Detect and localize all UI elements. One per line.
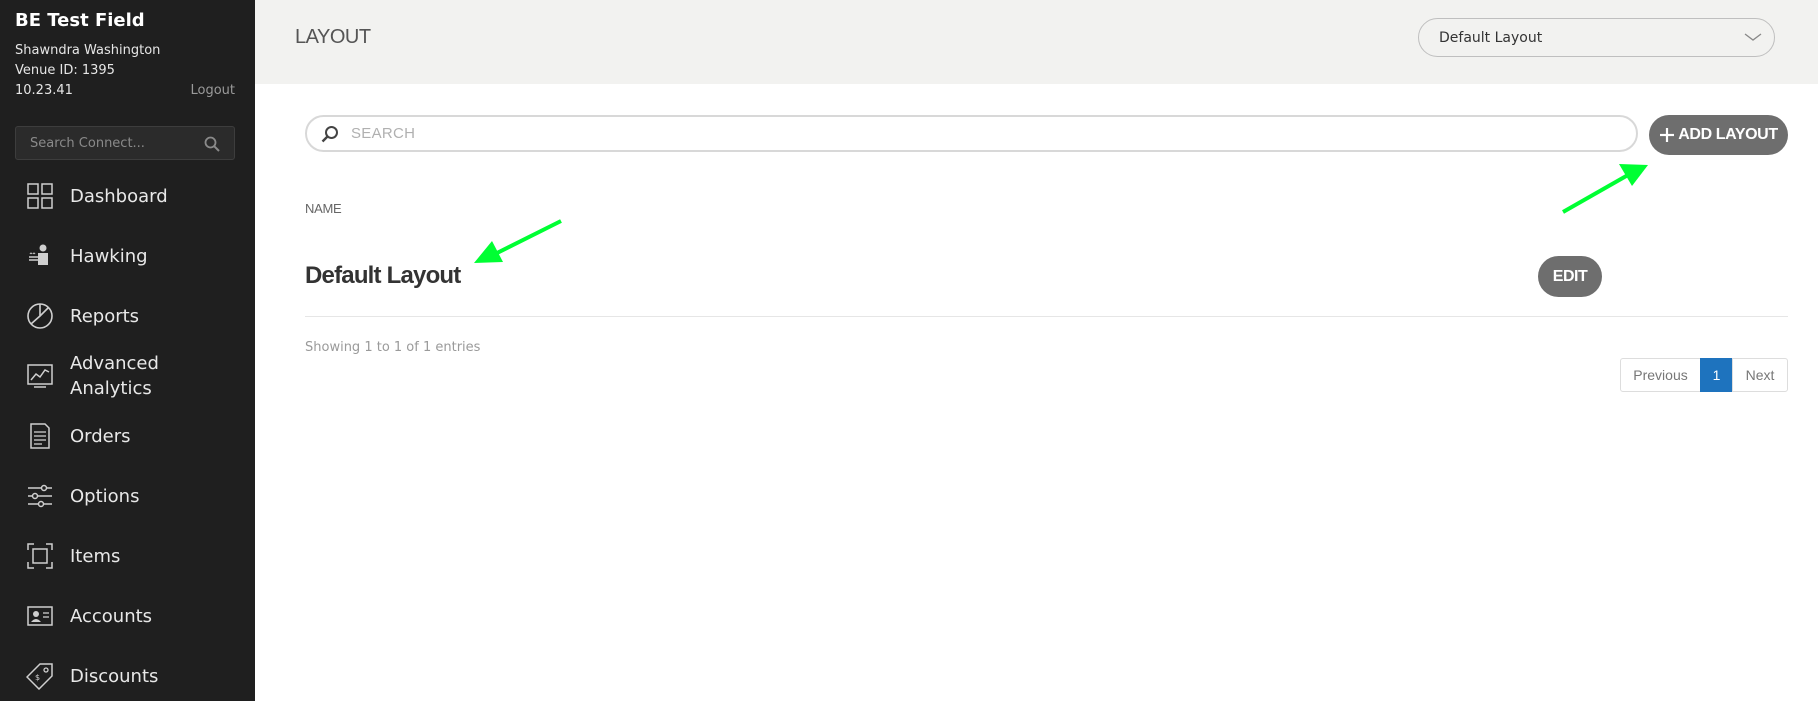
entries-info: Showing 1 to 1 of 1 entries (305, 340, 481, 355)
table-row: Default Layout EDIT (305, 245, 1788, 317)
sidebar-search-input[interactable] (16, 127, 196, 159)
sidebar-item-advanced-analytics[interactable]: Advanced Analytics (0, 346, 255, 406)
plus-icon (1660, 128, 1675, 142)
sidebar-item-label: Items (70, 545, 121, 567)
sidebar-item-label: Accounts (70, 605, 153, 627)
next-page-button[interactable]: Next (1732, 358, 1788, 392)
sidebar: BE Test Field Shawndra Washington Venue … (0, 0, 255, 701)
sidebar-item-options[interactable]: Options (0, 466, 255, 526)
analytics-icon (27, 364, 53, 388)
hawking-icon (29, 244, 48, 265)
arrow-icon (1562, 164, 1648, 214)
page-1-button[interactable]: 1 (1700, 358, 1733, 392)
user-name: Shawndra Washington (15, 43, 161, 58)
sidebar-item-discounts[interactable]: $ Discounts (0, 646, 255, 706)
sidebar-item-label: Discounts (70, 665, 159, 687)
layout-select-value: Default Layout (1439, 30, 1543, 46)
venue-id: Venue ID: 1395 (15, 63, 115, 78)
dashboard-icon (27, 183, 53, 209)
sidebar-item-label: Dashboard (70, 185, 168, 207)
layout-select-dropdown[interactable]: Default Layout (1418, 18, 1775, 57)
annotation-arrows (474, 164, 1648, 263)
edit-button[interactable]: EDIT (1538, 256, 1602, 297)
sidebar-item-label: Advanced Analytics (70, 353, 159, 399)
sidebar-item-orders[interactable]: Orders (0, 406, 255, 466)
sidebar-item-label: Hawking (70, 245, 148, 267)
accounts-icon (27, 606, 53, 626)
chevron-down-icon (1744, 33, 1762, 41)
search-icon[interactable] (204, 136, 220, 152)
add-layout-button[interactable]: ADD LAYOUT (1649, 115, 1788, 155)
sidebar-item-dashboard[interactable]: Dashboard (0, 166, 255, 226)
sidebar-item-reports[interactable]: Reports (0, 286, 255, 346)
sidebar-nav: Dashboard Hawking Reports Advanced Analy… (0, 166, 255, 706)
items-icon (27, 543, 53, 569)
orders-icon (30, 423, 50, 449)
version-number: 10.23.41 (15, 83, 73, 98)
discounts-icon: $ (26, 663, 53, 690)
venue-name: BE Test Field (15, 10, 145, 31)
layout-search (305, 115, 1638, 152)
sidebar-item-items[interactable]: Items (0, 526, 255, 586)
column-header-name[interactable]: NAME (305, 201, 342, 216)
sidebar-item-label: Orders (70, 425, 131, 447)
page-title: LAYOUT (295, 26, 371, 48)
previous-page-button[interactable]: Previous (1620, 358, 1701, 392)
sidebar-item-label: Options (70, 485, 140, 507)
page-header: LAYOUT Default Layout (255, 0, 1818, 84)
options-icon (28, 484, 52, 508)
layout-name[interactable]: Default Layout (305, 262, 461, 290)
add-layout-label: ADD LAYOUT (1678, 126, 1778, 143)
logout-link[interactable]: Logout (190, 83, 235, 98)
search-icon (321, 126, 338, 143)
sidebar-item-accounts[interactable]: Accounts (0, 586, 255, 646)
sidebar-item-label: Reports (70, 305, 140, 327)
reports-icon (27, 303, 53, 329)
sidebar-item-hawking[interactable]: Hawking (0, 226, 255, 286)
svg-text:$: $ (35, 673, 40, 682)
layout-search-input[interactable] (349, 117, 1609, 150)
pagination: Previous 1 Next (1620, 358, 1788, 392)
sidebar-search (15, 126, 235, 160)
